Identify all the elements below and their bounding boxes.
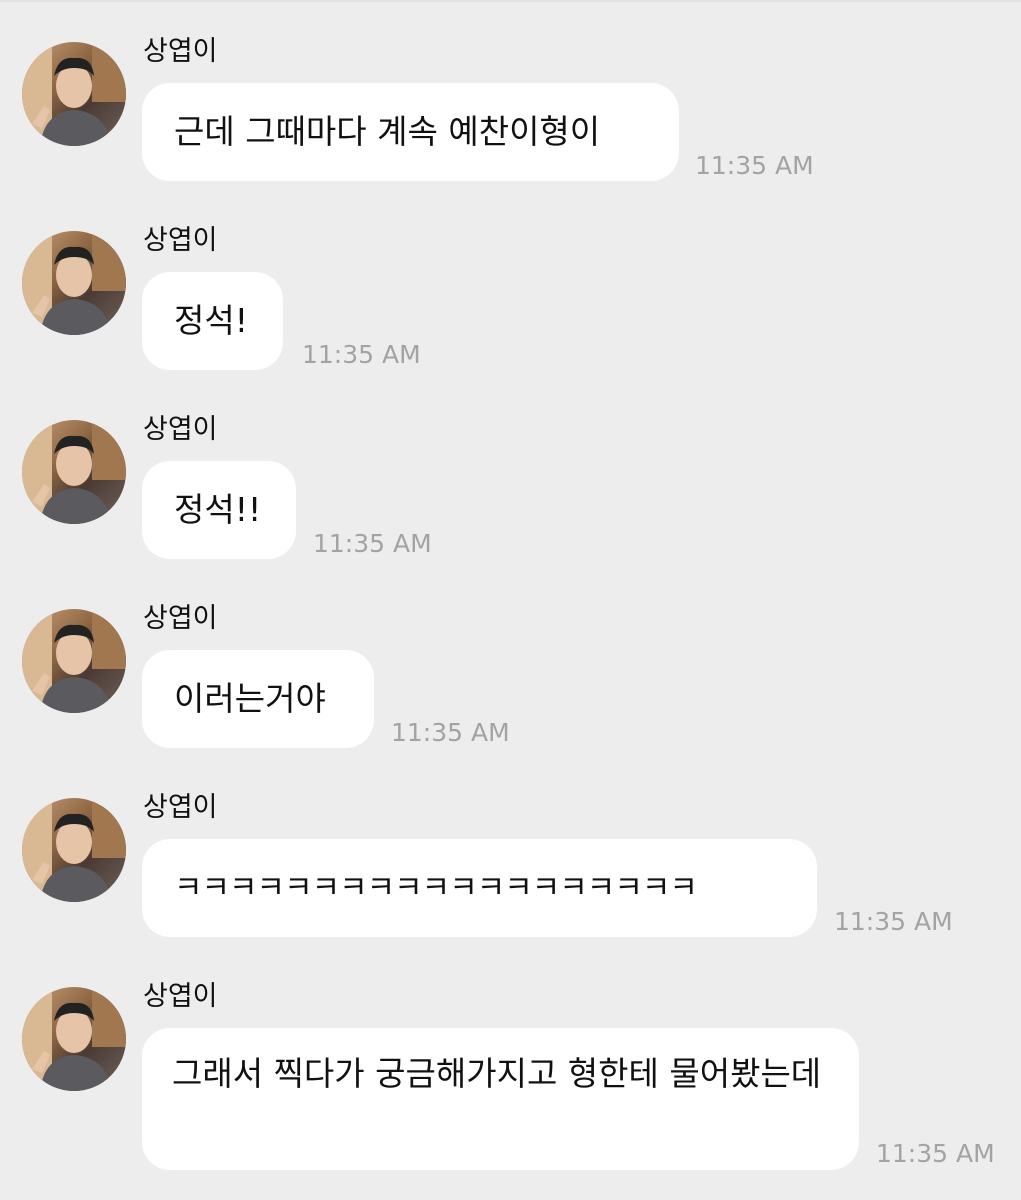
- sender-name: 상엽이: [143, 225, 218, 256]
- avatar[interactable]: [22, 42, 126, 146]
- sender-name: 상엽이: [143, 36, 218, 67]
- message-bubble[interactable]: 정석!!: [142, 461, 296, 559]
- avatar[interactable]: [22, 609, 126, 713]
- sender-name: 상엽이: [143, 603, 218, 634]
- timestamp: 11:35 AM: [876, 1139, 995, 1168]
- message-bubble[interactable]: 이러는거야: [142, 650, 374, 748]
- timestamp: 11:35 AM: [313, 529, 432, 558]
- message-bubble[interactable]: 근데 그때마다 계속 예찬이형이: [142, 83, 679, 181]
- message-bubble[interactable]: 정석!: [142, 272, 283, 370]
- timestamp: 11:35 AM: [302, 340, 421, 369]
- sender-name: 상엽이: [143, 792, 218, 823]
- avatar[interactable]: [22, 420, 126, 524]
- sender-name: 상엽이: [143, 414, 218, 445]
- avatar[interactable]: [22, 231, 126, 335]
- chat-view: 상엽이 근데 그때마다 계속 예찬이형이 11:35 AM 상엽이 정석! 11…: [0, 0, 1021, 1200]
- timestamp: 11:35 AM: [834, 907, 953, 936]
- timestamp: 11:35 AM: [391, 718, 510, 747]
- timestamp: 11:35 AM: [695, 151, 814, 180]
- message-bubble[interactable]: ㅋㅋㅋㅋㅋㅋㅋㅋㅋㅋㅋㅋㅋㅋㅋㅋㅋㅋㅋ: [142, 839, 817, 937]
- avatar[interactable]: [22, 798, 126, 902]
- divider: [0, 0, 1021, 2]
- sender-name: 상엽이: [143, 981, 218, 1012]
- message-bubble[interactable]: 그래서 찍다가 궁금해가지고 형한테 물어봤는데: [142, 1028, 859, 1170]
- avatar[interactable]: [22, 987, 126, 1091]
